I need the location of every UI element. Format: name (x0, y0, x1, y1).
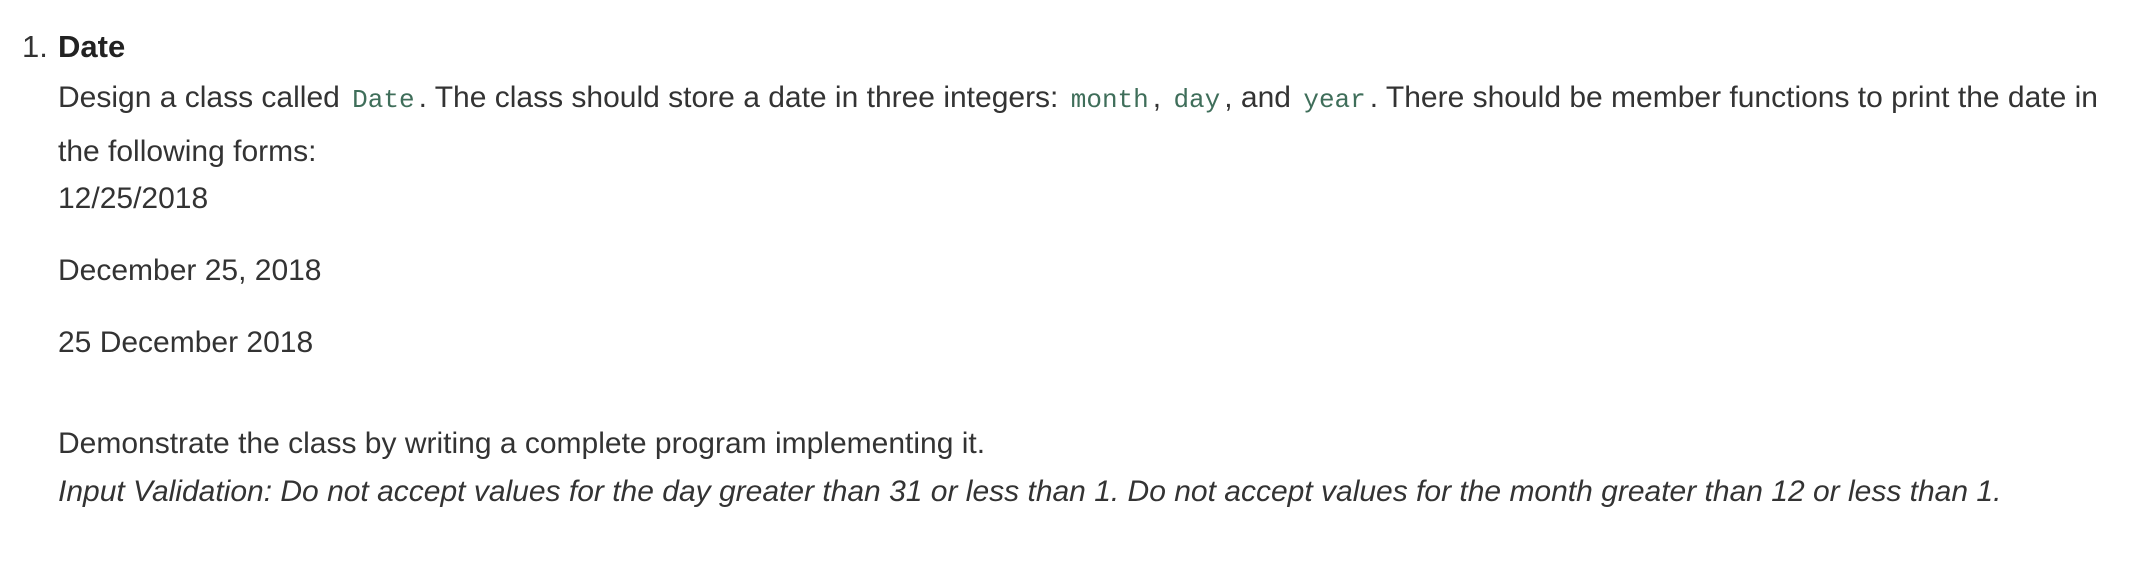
class-name-code: Date (352, 85, 415, 115)
description-text-1: Design a class called (58, 81, 340, 114)
description-text-3: , and (1224, 81, 1291, 114)
description-text-2: . The class should store a date in three… (418, 81, 1059, 114)
document-page: 1. Date Design a class called Date. The … (0, 0, 2142, 586)
input-validation-paragraph: Input Validation: Do not accept values f… (58, 475, 2002, 508)
field-month-code: month (1070, 85, 1149, 115)
field-day-code: day (1173, 85, 1221, 115)
date-form-long: December 25, 2018 (58, 254, 322, 287)
date-form-day-first: 25 December 2018 (58, 326, 314, 359)
date-form-numeric: 12/25/2018 (58, 182, 209, 215)
field-year-code: year (1303, 85, 1366, 115)
list-item-title: Date (58, 29, 126, 64)
description-paragraph: Design a class called Date. The class sh… (58, 72, 2122, 178)
demonstrate-paragraph: Demonstrate the class by writing a compl… (58, 427, 986, 460)
description-separator: , (1152, 81, 1162, 114)
list-item-number: 1. (22, 29, 48, 64)
list-item-body: Design a class called Date. The class sh… (58, 72, 2122, 516)
